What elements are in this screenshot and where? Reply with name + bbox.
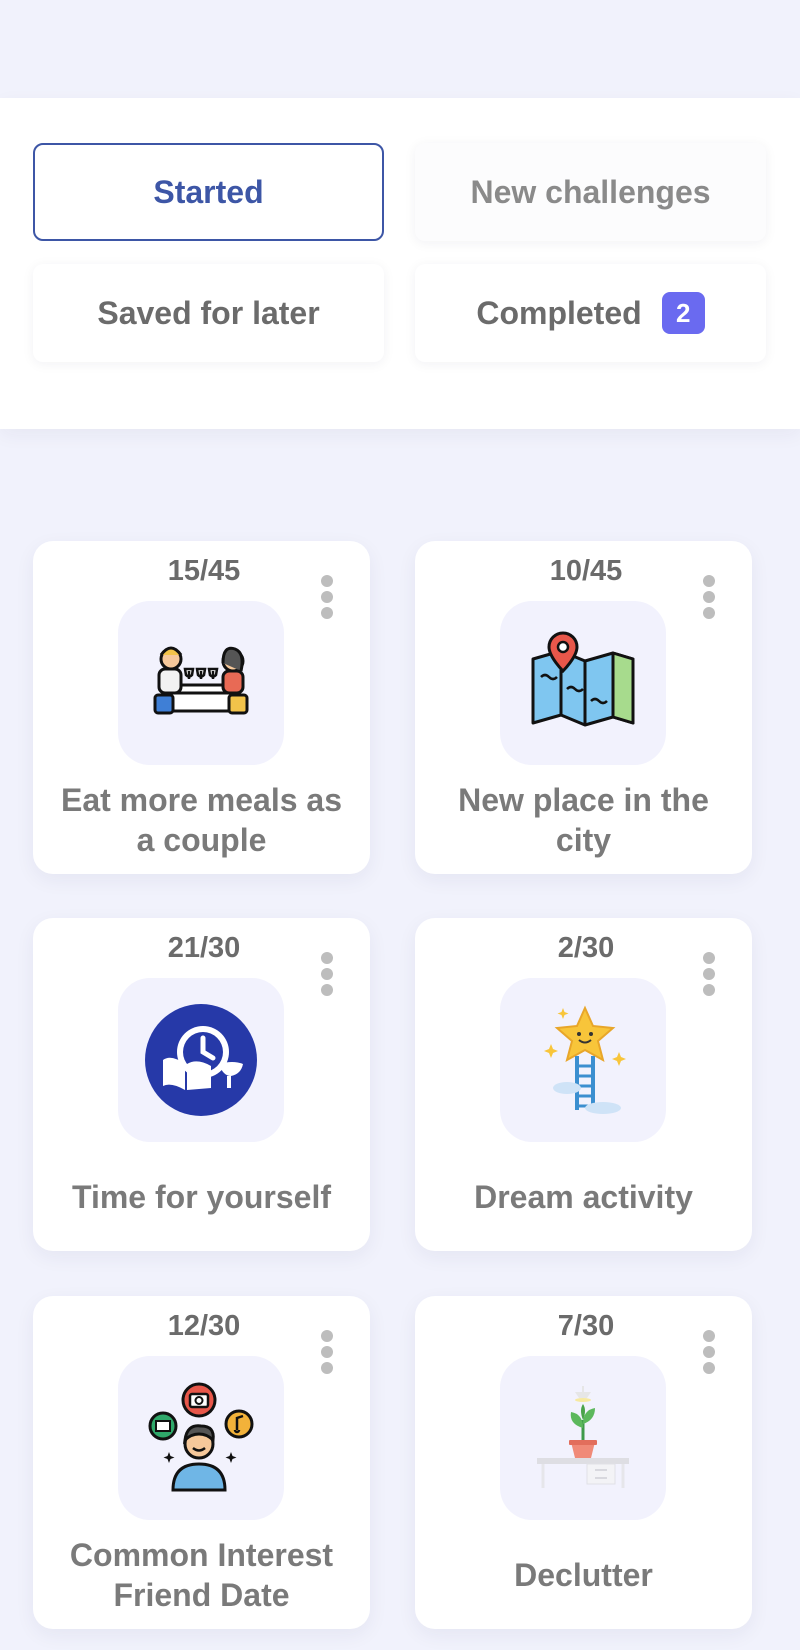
filter-panel: Started New challenges Saved for later C… [0,98,800,429]
challenge-progress: 7/30 [511,1300,661,1352]
challenge-card[interactable]: 21/30 Time for yourself [33,918,370,1251]
challenge-progress: 10/45 [511,545,661,597]
map-location-icon [500,601,666,765]
challenge-card[interactable]: 2/30 Dream activity [415,918,752,1251]
star-ladder-icon [500,978,666,1142]
challenge-title: Declutter [514,1557,653,1593]
more-options-icon[interactable] [317,575,337,619]
challenge-title: Common Interest Friend Date [69,1537,334,1613]
filter-saved-button[interactable]: Saved for later [33,264,384,362]
more-options-icon[interactable] [317,952,337,996]
challenge-card[interactable]: 15/45 Eat more meals as a couple [33,541,370,874]
filter-completed-button[interactable]: Completed 2 [415,264,766,362]
relax-time-icon [118,978,284,1142]
filter-started-button[interactable]: Started [33,143,384,241]
completed-count-badge: 2 [661,292,705,334]
challenge-card[interactable]: 7/30 Declutter [415,1296,752,1629]
challenge-progress: 15/45 [129,545,279,597]
filter-new-challenges-button[interactable]: New challenges [415,143,766,241]
filter-completed-label: Completed [476,294,642,331]
more-options-icon[interactable] [699,1330,719,1374]
filter-saved-label: Saved for later [97,294,320,331]
challenge-progress: 12/30 [129,1300,279,1352]
couple-dinner-icon [118,601,284,765]
challenge-title: Time for yourself [71,1179,332,1215]
challenge-card[interactable]: 10/45 New place in the city [415,541,752,874]
more-options-icon[interactable] [317,1330,337,1374]
challenge-title: Eat more meals as a couple [60,782,343,858]
challenge-card[interactable]: 12/30 Common Interest Friend Date [33,1296,370,1629]
challenge-progress: 2/30 [511,922,661,974]
filter-new-challenges-label: New challenges [470,173,711,210]
interests-person-icon [118,1356,284,1520]
challenge-title: Dream activity [474,1179,693,1215]
filter-started-label: Started [153,173,264,210]
more-options-icon[interactable] [699,575,719,619]
challenge-title: New place in the city [458,782,709,858]
plant-desk-icon [500,1356,666,1520]
more-options-icon[interactable] [699,952,719,996]
challenge-progress: 21/30 [129,922,279,974]
